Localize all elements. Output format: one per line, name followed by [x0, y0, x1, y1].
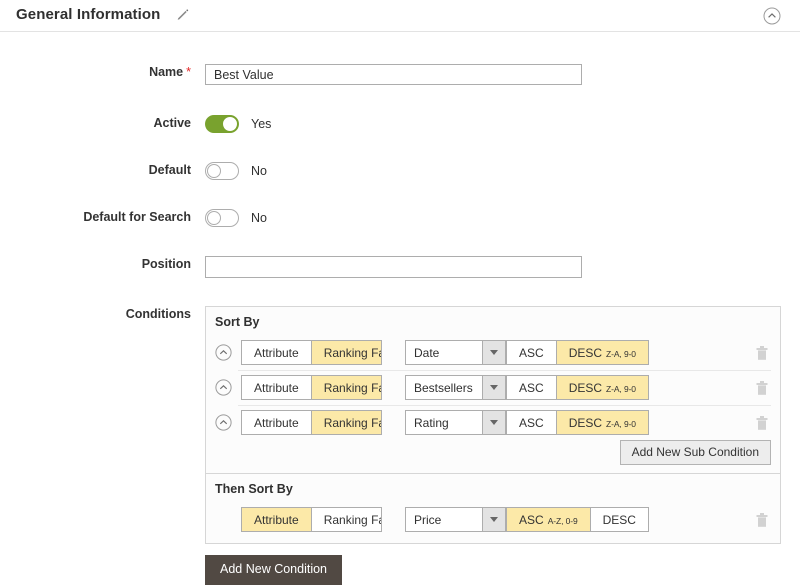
- chevron-down-icon: [482, 508, 505, 531]
- chevron-up-circle-icon[interactable]: [215, 344, 232, 361]
- condition-group-sort-by: Sort By Attribute Ranking Factor: [206, 307, 780, 473]
- condition-type-option-attribute[interactable]: Attribute: [242, 341, 311, 364]
- chevron-down-icon: [482, 376, 505, 399]
- condition-type-segmented: Attribute Ranking Factor: [241, 410, 382, 435]
- field-row-name: Name *: [0, 64, 800, 85]
- section-header: General Information: [0, 0, 800, 32]
- condition-direction-option-asc[interactable]: ASC: [507, 411, 556, 434]
- label-position: Position: [141, 257, 191, 271]
- add-new-condition-button[interactable]: Add New Condition: [205, 555, 343, 585]
- toggle-knob: [207, 164, 221, 178]
- position-input[interactable]: [205, 256, 582, 278]
- condition-field-select[interactable]: Bestsellers: [405, 375, 506, 400]
- condition-direction-option-desc[interactable]: DESC Z-A, 9-0: [555, 411, 648, 434]
- direction-label: DESC: [568, 415, 603, 430]
- trash-icon[interactable]: [755, 512, 769, 528]
- direction-sublabel: Z-A, 9-0: [606, 418, 636, 429]
- condition-field-select[interactable]: Price: [405, 507, 506, 532]
- condition-type-option-attribute[interactable]: Attribute: [242, 376, 311, 399]
- condition-direction-option-desc[interactable]: DESC: [589, 508, 648, 531]
- condition-direction-segmented: ASC DESC Z-A, 9-0: [506, 340, 649, 365]
- toggle-knob: [223, 117, 237, 131]
- condition-row: Attribute Ranking Factor Date ASC DESCZ-…: [206, 335, 780, 370]
- condition-type-segmented: Attribute Ranking Factor: [241, 340, 382, 365]
- add-sub-condition-row: Add New Sub Condition: [206, 440, 780, 473]
- trash-icon[interactable]: [755, 415, 769, 431]
- condition-type-option-ranking-factor[interactable]: Ranking Factor: [310, 341, 381, 364]
- condition-direction-segmented: ASC A-Z, 0-9 DESC: [506, 507, 649, 532]
- chevron-down-icon: [482, 341, 505, 364]
- default-for-search-toggle-state: No: [251, 211, 267, 225]
- condition-type-option-ranking-factor[interactable]: Ranking Factor: [310, 376, 381, 399]
- label-name-text: Name: [149, 65, 184, 79]
- field-row-position: Position: [0, 256, 800, 278]
- field-row-default-for-search: Default for Search No: [0, 209, 800, 227]
- pencil-icon[interactable]: [175, 6, 191, 22]
- field-row-conditions: Conditions Sort By Attribute Ranking F D…: [0, 306, 800, 585]
- conditions-container: Sort By Attribute Ranking Factor: [205, 306, 781, 544]
- condition-group-title: Sort By: [215, 315, 260, 329]
- condition-type-option-ranking-factor[interactable]: Ranking Factor: [310, 508, 381, 531]
- label-default: Default: [148, 163, 191, 177]
- field-row-default: Default No: [0, 162, 800, 180]
- chevron-up-circle-icon[interactable]: [215, 414, 232, 431]
- condition-group-then-sort-by: Then Sort By Attribute Ranking Factor Pr…: [206, 473, 780, 543]
- condition-type-option-attribute[interactable]: Attribute: [242, 508, 311, 531]
- direction-sublabel: Z-A, 9-0: [606, 383, 636, 394]
- condition-field-value: Bestsellers: [414, 380, 473, 395]
- direction-label: DESC: [568, 345, 603, 360]
- active-toggle[interactable]: [205, 115, 239, 133]
- condition-direction-segmented: ASC DESC Z-A, 9-0: [506, 410, 649, 435]
- condition-type-segmented: Attribute Ranking Factor: [241, 375, 382, 400]
- chevron-down-icon: [482, 411, 505, 434]
- trash-icon[interactable]: [755, 380, 769, 396]
- toggle-knob: [207, 211, 221, 225]
- condition-field-value: Date: [414, 345, 440, 360]
- condition-field-value: Rating: [414, 415, 449, 430]
- chevron-up-circle-icon[interactable]: [215, 379, 232, 396]
- label-default-for-search: Default for Search: [83, 210, 191, 224]
- direction-label: DESC: [568, 380, 603, 395]
- condition-group-title: Then Sort By: [215, 482, 293, 496]
- direction-label: ASC: [519, 512, 544, 527]
- condition-type-segmented: Attribute Ranking Factor: [241, 507, 382, 532]
- label-name: Name *: [0, 64, 205, 80]
- condition-direction-option-asc[interactable]: ASC: [507, 341, 556, 364]
- direction-sublabel: A-Z, 0-9: [547, 515, 578, 526]
- condition-field-select[interactable]: Rating: [405, 410, 506, 435]
- condition-row: Attribute Ranking Factor Rating ASC DESC…: [206, 405, 780, 440]
- condition-direction-segmented: ASC DESC Z-A, 9-0: [506, 375, 649, 400]
- condition-direction-option-asc[interactable]: ASC A-Z, 0-9: [507, 508, 590, 531]
- direction-sublabel: Z-A, 9-0: [606, 348, 636, 359]
- default-toggle[interactable]: [205, 162, 239, 180]
- condition-direction-option-desc[interactable]: DESC Z-A, 9-0: [555, 341, 648, 364]
- condition-row: Attribute Ranking Factor Price ASCA-Z, 0…: [206, 502, 780, 543]
- label-active: Active: [153, 116, 191, 130]
- condition-direction-option-desc[interactable]: DESC Z-A, 9-0: [555, 376, 648, 399]
- add-new-sub-condition-button[interactable]: Add New Sub Condition: [619, 440, 771, 465]
- general-information-form: Name* Active Yes Default No Default for …: [0, 32, 800, 585]
- default-for-search-toggle[interactable]: [205, 209, 239, 227]
- condition-type-option-ranking-factor[interactable]: Ranking Factor: [310, 411, 381, 434]
- condition-row: Attribute Ranking Factor Bestsellers ASC…: [206, 370, 780, 405]
- trash-icon[interactable]: [755, 345, 769, 361]
- default-toggle-state: No: [251, 164, 267, 178]
- page-title: General Information: [16, 6, 161, 24]
- condition-direction-option-asc[interactable]: ASC: [507, 376, 556, 399]
- required-marker: *: [186, 65, 191, 79]
- collapse-section-button[interactable]: [763, 7, 781, 25]
- condition-type-option-attribute[interactable]: Attribute: [242, 411, 311, 434]
- active-toggle-state: Yes: [251, 117, 272, 131]
- condition-field-select[interactable]: Date: [405, 340, 506, 365]
- label-conditions: Conditions: [125, 307, 191, 321]
- condition-field-value: Price: [414, 512, 442, 527]
- name-input[interactable]: [205, 64, 582, 85]
- field-row-active: Active Yes: [0, 115, 800, 133]
